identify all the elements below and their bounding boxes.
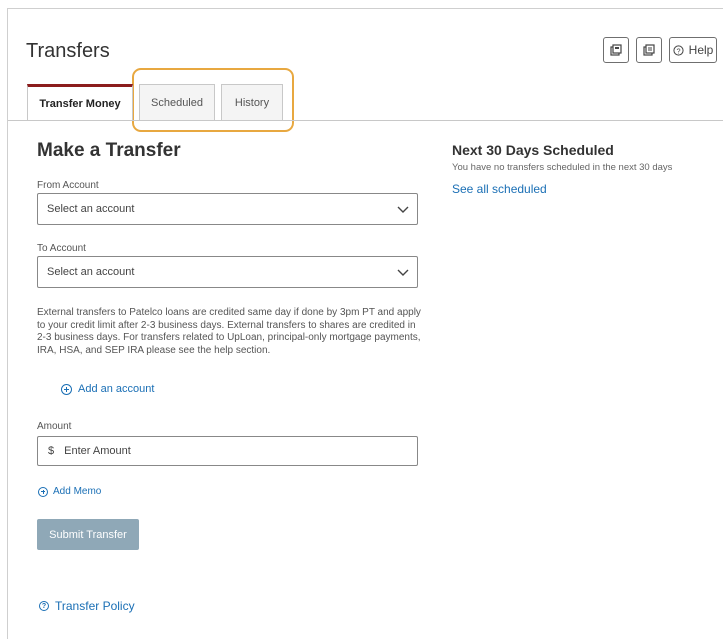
to-account-value: Select an account (47, 266, 135, 278)
chevron-down-icon (397, 269, 409, 276)
amount-input[interactable]: $ Enter Amount (37, 436, 418, 466)
to-account-select[interactable]: Select an account (37, 256, 418, 288)
currency-symbol: $ (48, 445, 55, 457)
page-title: Transfers (26, 40, 110, 62)
scheduled-title-rest: Days Scheduled (501, 142, 614, 158)
scheduled-empty-message: You have no transfers scheduled in the n… (452, 162, 673, 173)
copy-button[interactable] (636, 37, 662, 63)
add-account-label: Add an account (78, 383, 155, 395)
question-icon: ? (39, 601, 49, 611)
transfer-info-text: External transfers to Patelco loans are … (37, 307, 421, 356)
to-account-label: To Account (37, 243, 86, 254)
from-account-label: From Account (37, 180, 99, 191)
tab-bar: Transfer Money Scheduled History (27, 84, 289, 120)
question-icon: ? (673, 44, 684, 56)
add-memo-link[interactable]: Add Memo (38, 486, 101, 497)
print-icon (610, 44, 622, 56)
add-account-link[interactable]: Add an account (61, 383, 154, 395)
form-title: Make a Transfer (37, 140, 181, 161)
scheduled-title-bold: Next 30 (452, 142, 502, 158)
amount-label: Amount (37, 421, 72, 432)
see-all-scheduled-link[interactable]: See all scheduled (452, 182, 712, 196)
from-account-select[interactable]: Select an account (37, 193, 418, 225)
tab-divider (8, 120, 723, 121)
from-account-value: Select an account (47, 203, 135, 215)
svg-text:?: ? (676, 46, 680, 55)
add-memo-label: Add Memo (53, 486, 102, 497)
tab-transfer-money[interactable]: Transfer Money (27, 84, 133, 120)
header-actions: ? Help (603, 37, 717, 63)
amount-placeholder: Enter Amount (64, 445, 131, 457)
transfer-policy-label: Transfer Policy (55, 599, 135, 613)
scheduled-panel: Next 30 Days Scheduled You have no trans… (452, 142, 712, 196)
scheduled-title: Next 30 Days Scheduled (452, 142, 712, 158)
transfer-policy-link[interactable]: ? Transfer Policy (39, 599, 135, 613)
tab-scheduled[interactable]: Scheduled (139, 84, 215, 120)
plus-circle-icon (38, 486, 48, 497)
tab-history[interactable]: History (221, 84, 283, 120)
help-label: Help (688, 43, 714, 57)
plus-circle-icon (61, 383, 72, 395)
print-button[interactable] (603, 37, 629, 63)
submit-transfer-button[interactable]: Submit Transfer (37, 519, 139, 550)
chevron-down-icon (397, 206, 409, 213)
help-button[interactable]: ? Help (669, 37, 717, 63)
copy-icon (643, 44, 655, 56)
